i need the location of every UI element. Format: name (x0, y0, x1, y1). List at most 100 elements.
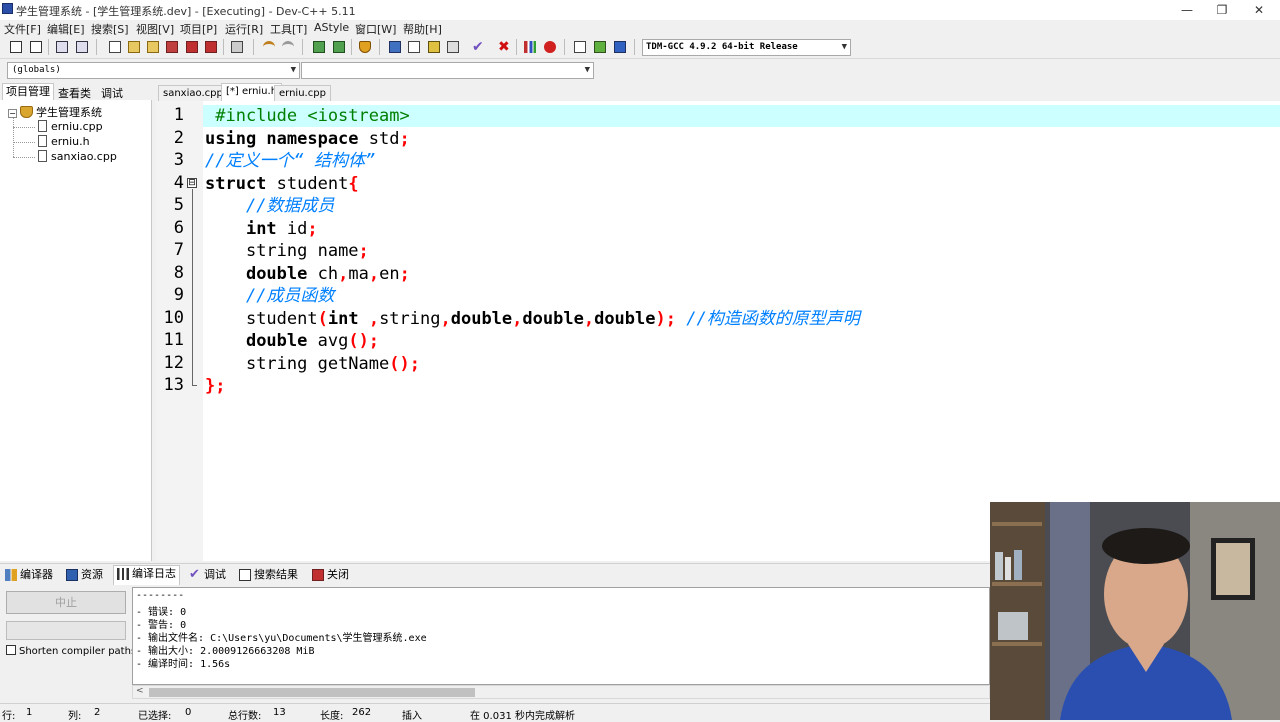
print-icon[interactable] (229, 39, 245, 55)
tab-class-browser[interactable]: 查看类 (58, 85, 91, 101)
editor-tab-erniu-h[interactable]: [*] erniu.h (221, 83, 283, 101)
code-line: double ch,ma,en; (205, 263, 410, 285)
log-horizontal-scrollbar[interactable]: < (132, 685, 990, 699)
check-icon: ✔ (189, 567, 200, 582)
compiler-select[interactable]: TDM-GCC 4.9.2 64-bit Release ▼ (642, 39, 851, 56)
code-token: struct (205, 173, 277, 194)
open-project-icon[interactable] (28, 39, 44, 55)
line-number: 11 (163, 330, 184, 350)
restore-button[interactable]: ❐ (1207, 2, 1237, 18)
chart-icon[interactable] (522, 39, 538, 55)
tab-project-manager[interactable]: 项目管理 (2, 83, 54, 100)
presenter-webcam (990, 502, 1280, 720)
stop-icon[interactable]: ✖ (496, 39, 512, 55)
code-line: double avg(); (205, 330, 379, 352)
compile-run-icon[interactable] (426, 39, 442, 55)
class-browser-icon[interactable] (54, 39, 70, 55)
tree-file-erniu-cpp[interactable]: erniu.cpp (38, 120, 103, 133)
line-number: 5 (173, 195, 184, 215)
save-icon[interactable] (145, 39, 161, 55)
syntax-check-icon[interactable]: ✔ (470, 39, 486, 55)
status-total: 13 (273, 707, 286, 718)
tree-file-erniu-h[interactable]: erniu.h (38, 135, 90, 148)
tab-label: 编译器 (20, 568, 53, 581)
bookmark-toggle-icon[interactable] (612, 39, 628, 55)
tab-resources[interactable]: 资源 (63, 567, 106, 584)
code-token: ; (399, 128, 410, 149)
tab-label: 编译日志 (132, 567, 176, 580)
scope-members-select[interactable]: ▼ (301, 62, 594, 79)
menu-view[interactable]: 视图[V] (136, 21, 174, 37)
bookmark-icon[interactable] (357, 39, 373, 55)
save-all-icon[interactable] (164, 39, 180, 55)
open-file-icon[interactable] (126, 39, 142, 55)
fold-toggle-icon[interactable]: ⊟ (187, 178, 197, 188)
close-all-icon[interactable] (203, 39, 219, 55)
compile-progress-bar (6, 621, 126, 640)
new-file-icon[interactable] (107, 39, 123, 55)
insert-icon[interactable] (592, 39, 608, 55)
project-name: 学生管理系统 (36, 106, 102, 119)
redo-icon[interactable] (280, 39, 296, 55)
code-token: std (368, 128, 400, 149)
tab-compile-log[interactable]: 编译日志 (113, 565, 180, 585)
line-number: 3 (173, 150, 184, 170)
undo-icon[interactable] (261, 39, 277, 55)
menu-search[interactable]: 搜索[S] (91, 21, 129, 37)
minimize-button[interactable]: — (1172, 2, 1202, 18)
code-line: #include <iostream> (205, 105, 410, 127)
webcam-image (990, 502, 1280, 720)
abort-button[interactable]: 中止 (6, 591, 126, 614)
tab-search-results[interactable]: 搜索结果 (236, 567, 301, 584)
menu-help[interactable]: 帮助[H] (403, 21, 442, 37)
editor-tab-erniu-cpp[interactable]: erniu.cpp (274, 85, 331, 101)
editor-tab-sanxiao-cpp[interactable]: sanxiao.cpp (158, 85, 228, 101)
menu-window[interactable]: 窗口[W] (355, 21, 396, 37)
code-token: , (368, 263, 380, 284)
menu-astyle[interactable]: AStyle (314, 21, 349, 34)
code-token: string getName (245, 353, 390, 374)
menu-file[interactable]: 文件[F] (4, 21, 41, 37)
tab-label: 关闭 (327, 568, 349, 581)
project-root-node[interactable]: − 学生管理系统 (8, 104, 102, 120)
tab-label: 调试 (204, 568, 226, 581)
menu-project[interactable]: 项目[P] (180, 21, 217, 37)
code-token: string (379, 308, 441, 329)
split-icon[interactable] (74, 39, 90, 55)
code-token: #include <iostream> (205, 106, 410, 126)
tab-debug-output[interactable]: ✔ 调试 (186, 567, 229, 584)
tab-compiler[interactable]: 编译器 (2, 567, 56, 584)
shorten-paths-checkbox[interactable]: Shorten compiler paths (6, 645, 136, 657)
unindent-icon[interactable] (331, 39, 347, 55)
debug-icon[interactable] (542, 39, 558, 55)
compile-log[interactable]: -------- - 错误: 0 - 警告: 0 - 输出文件名: C:\Use… (132, 587, 990, 685)
status-col: 2 (94, 707, 101, 718)
file-icon (38, 150, 47, 162)
checkbox-icon[interactable] (6, 645, 16, 655)
indent-icon[interactable] (311, 39, 327, 55)
new-project-icon[interactable] (8, 39, 24, 55)
tab-debug[interactable]: 调试 (101, 85, 123, 101)
goto-icon[interactable] (572, 39, 588, 55)
menu-run[interactable]: 运行[R] (225, 21, 263, 37)
scope-globals-select[interactable]: (globals) ▼ (7, 62, 300, 79)
menu-edit[interactable]: 编辑[E] (47, 21, 85, 37)
scope-globals-value: (globals) (12, 65, 61, 75)
scroll-left-icon[interactable]: < (136, 686, 144, 696)
scrollbar-thumb[interactable] (149, 688, 475, 697)
menu-tools[interactable]: 工具[T] (270, 21, 307, 37)
close-window-button[interactable]: ✕ (1244, 2, 1274, 18)
collapse-icon[interactable]: − (8, 109, 17, 118)
run-icon[interactable] (406, 39, 422, 55)
file-label: erniu.h (51, 135, 90, 148)
compile-icon[interactable] (387, 39, 403, 55)
close-icon[interactable] (184, 39, 200, 55)
code-line: struct student{ (205, 173, 359, 195)
tree-file-sanxiao-cpp[interactable]: sanxiao.cpp (38, 150, 117, 163)
rebuild-icon[interactable] (445, 39, 461, 55)
code-editor[interactable]: 1 2 3 4 5 6 7 8 9 10 11 12 13 #include <iostream> usi… (156, 101, 1280, 561)
code-token: , (368, 308, 380, 329)
compiler-select-value: TDM-GCC 4.9.2 64-bit Release (646, 42, 798, 52)
tab-close-panel[interactable]: 关闭 (309, 567, 352, 584)
